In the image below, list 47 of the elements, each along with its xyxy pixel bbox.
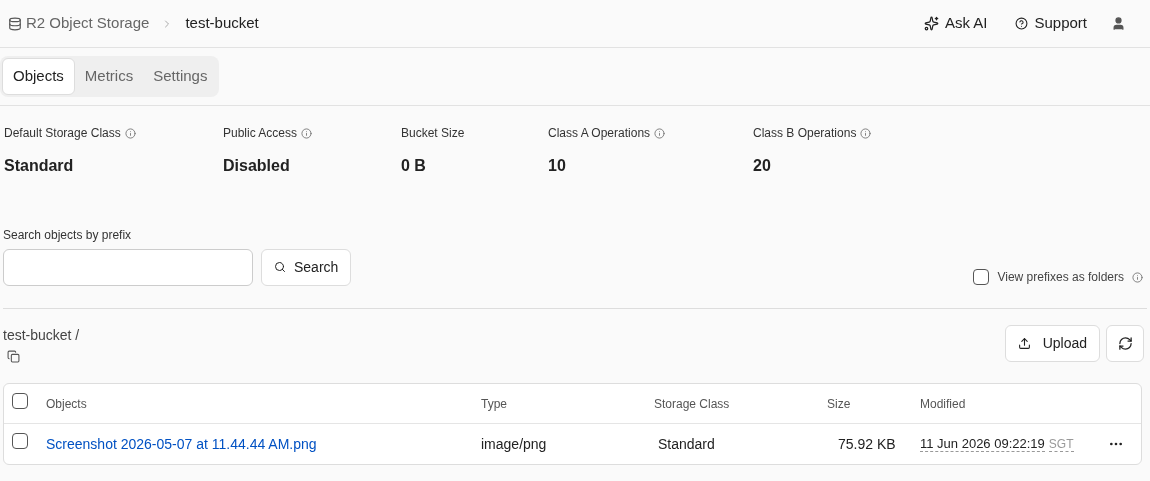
column-header: Storage Class: [654, 396, 730, 411]
table-cell: 75.92 KB: [838, 435, 896, 452]
stat-label: Default Storage Class: [4, 125, 121, 142]
bucket-path: test-bucket /: [3, 326, 80, 345]
stat-label: Class A Operations: [548, 125, 651, 142]
sparkle-icon: [923, 16, 939, 31]
stat-value: 10: [548, 156, 567, 176]
stat-value: Disabled: [223, 156, 291, 176]
tab[interactable]: Settings: [143, 59, 218, 94]
info-icon: [1132, 271, 1143, 283]
stat-value: 20: [753, 156, 772, 176]
search-field[interactable]: [3, 248, 253, 286]
copy-icon[interactable]: [7, 350, 20, 363]
upload-button[interactable]: Upload: [1004, 325, 1100, 362]
breadcrumb-current: test-bucket: [185, 13, 259, 34]
modified-date: 11 Jun 2026 09:22:19: [920, 436, 1045, 453]
stat-value: 0 B: [401, 156, 427, 176]
stat-label: Class B Operations: [753, 125, 857, 142]
stat-label: Public Access: [223, 125, 298, 142]
column-header: Objects: [46, 396, 87, 411]
upload-icon: [1017, 337, 1031, 350]
stat-label: Bucket Size: [401, 125, 465, 142]
tab[interactable]: Objects: [2, 58, 75, 95]
checkbox[interactable]: [973, 269, 990, 285]
timezone-label: SGT: [1048, 437, 1074, 453]
column-header: Modified: [920, 396, 966, 411]
column-header: Type: [481, 396, 507, 411]
checkbox[interactable]: [12, 433, 28, 449]
refresh-icon: [1117, 336, 1133, 351]
object-link[interactable]: Screenshot 2026-05-07 at 11.44.44 AM.png: [46, 435, 317, 452]
search-button[interactable]: Search: [261, 248, 352, 286]
column-header: Size: [827, 396, 851, 411]
database-icon: [8, 16, 22, 31]
table-cell: image/png: [481, 435, 547, 452]
refresh-button[interactable]: [1106, 325, 1144, 362]
search-icon: [274, 261, 286, 273]
help-icon: [1015, 17, 1029, 30]
stat-value: Standard: [4, 156, 75, 176]
ask-ai-button[interactable]: Ask AI: [923, 12, 988, 35]
user-icon[interactable]: [1111, 16, 1126, 31]
checkbox[interactable]: [12, 393, 28, 409]
checkbox-label: View prefixes as folders: [997, 269, 1124, 286]
search-label: Search objects by prefix: [3, 227, 133, 244]
support-button[interactable]: Support: [1015, 12, 1087, 35]
breadcrumb-link[interactable]: R2 Object Storage: [26, 12, 150, 35]
tab[interactable]: Metrics: [74, 59, 144, 94]
table-cell: Standard: [658, 435, 715, 452]
